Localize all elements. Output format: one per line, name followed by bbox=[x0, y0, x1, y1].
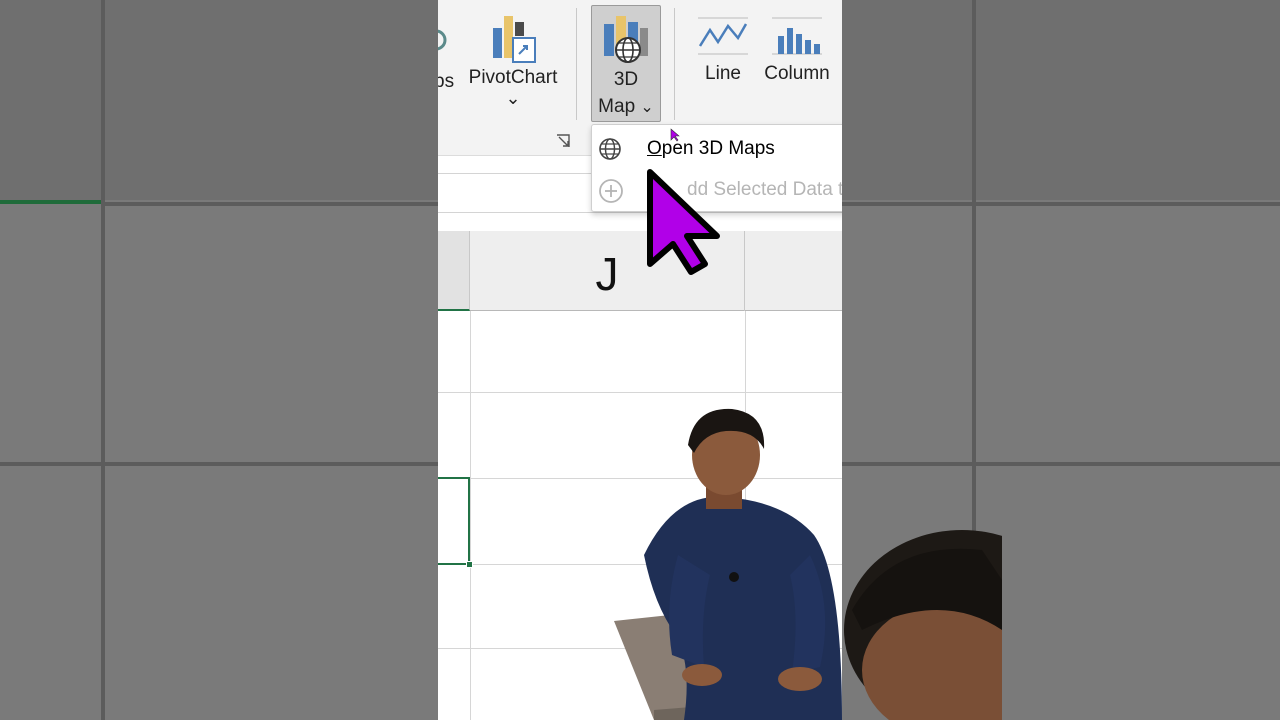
access-key: O bbox=[647, 138, 662, 159]
line-chart-icon bbox=[698, 17, 748, 55]
3d-map-button[interactable]: 3D Map ⌄ bbox=[591, 5, 661, 122]
grid-line bbox=[438, 392, 842, 393]
menu-item-label: Open 3D Maps bbox=[647, 129, 775, 169]
presenter-person bbox=[614, 408, 842, 720]
maps-icon bbox=[438, 29, 447, 51]
ribbon-group-separator bbox=[576, 8, 577, 120]
add-circle-icon bbox=[599, 179, 623, 203]
3d-map-label-line2: Map ⌄ bbox=[592, 93, 660, 121]
pivotchart-icon bbox=[493, 16, 536, 63]
column-chart-button[interactable]: Column bbox=[760, 14, 834, 104]
chevron-down-icon: ⌄ bbox=[505, 88, 521, 108]
line-chart-label: Line bbox=[705, 63, 741, 84]
3d-map-label: Map bbox=[598, 96, 636, 117]
grid-line bbox=[470, 311, 471, 720]
excel-video-panel: ps PivotChart ⌄ 3D Map ⌄ Line Column J O… bbox=[438, 0, 842, 720]
fill-handle[interactable] bbox=[466, 561, 473, 568]
maps-button-label: ps bbox=[438, 71, 455, 92]
mouse-cursor-small-icon bbox=[670, 128, 680, 142]
3d-map-label-line1: 3D bbox=[613, 69, 639, 90]
globe-icon bbox=[599, 138, 621, 160]
background-blur-left bbox=[0, 0, 438, 720]
maps-button[interactable]: ps bbox=[438, 20, 454, 120]
pivotchart-label: PivotChart bbox=[468, 67, 558, 88]
presenter-person-blurred bbox=[844, 530, 1002, 720]
column-header-i[interactable] bbox=[438, 231, 470, 311]
chevron-down-icon: ⌄ bbox=[640, 99, 654, 116]
menu-item-open-3d-maps[interactable]: Open 3D Maps bbox=[592, 129, 842, 169]
dialog-launcher-icon[interactable] bbox=[556, 134, 570, 148]
selected-cell[interactable] bbox=[438, 477, 470, 565]
column-chart-icon bbox=[772, 17, 822, 55]
column-headers: J bbox=[438, 231, 842, 311]
column-chart-label: Column bbox=[764, 63, 830, 84]
line-chart-button[interactable]: Line bbox=[692, 14, 754, 104]
pivotchart-button[interactable]: PivotChart ⌄ bbox=[466, 14, 560, 120]
3d-map-icon bbox=[604, 16, 648, 63]
ribbon-group-separator bbox=[674, 8, 675, 120]
mouse-cursor-highlight-icon bbox=[647, 169, 720, 275]
